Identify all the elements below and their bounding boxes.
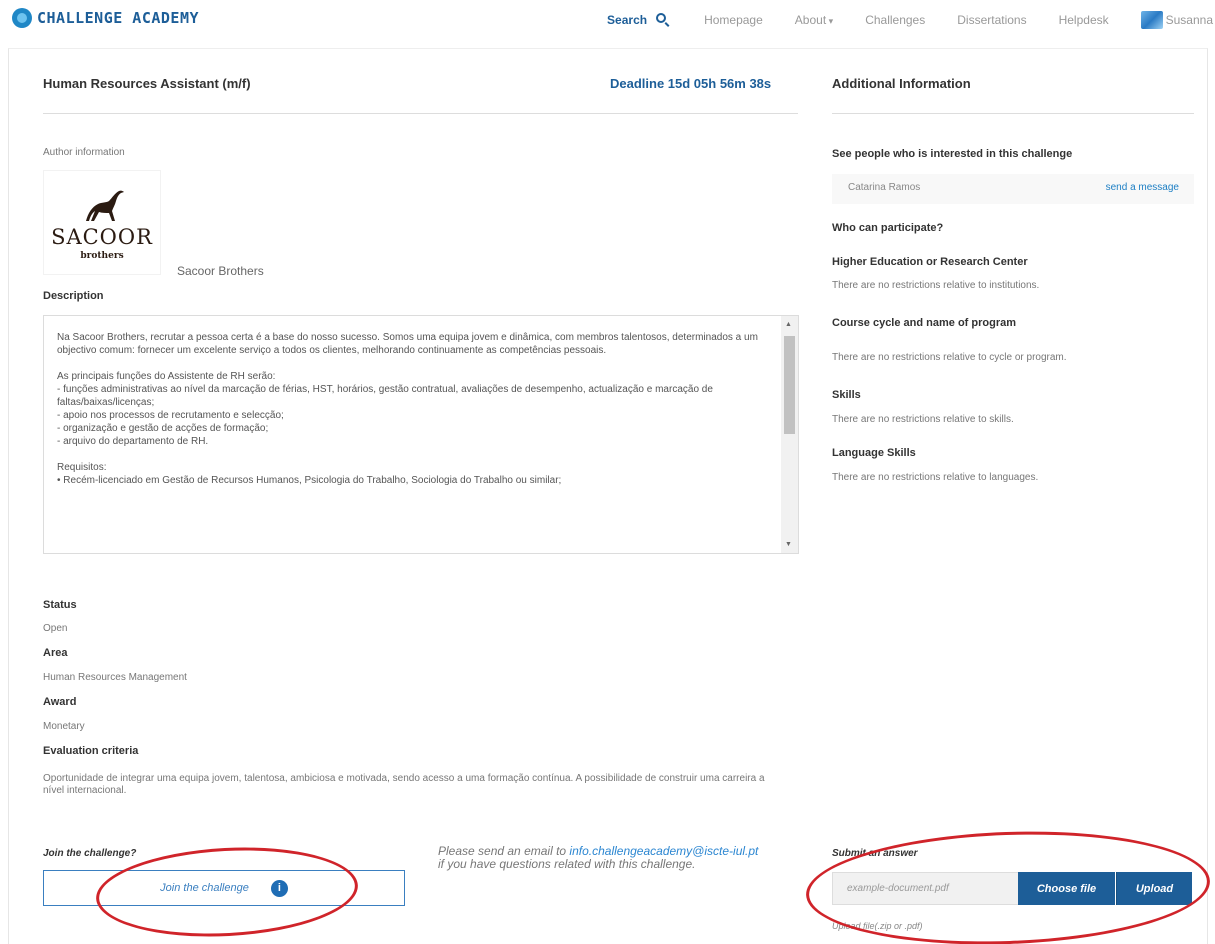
- join-challenge-label: Join the challenge?: [43, 848, 137, 859]
- hei-label: Higher Education or Research Center: [832, 256, 1028, 268]
- user-name: Susanna: [1165, 13, 1213, 27]
- nav-homepage[interactable]: Homepage: [704, 13, 763, 27]
- nav-helpdesk[interactable]: Helpdesk: [1059, 13, 1109, 27]
- skills-text: There are no restrictions relative to sk…: [832, 414, 1014, 425]
- company-logo-subtext: brothers: [80, 251, 124, 261]
- course-label: Course cycle and name of program: [832, 317, 1016, 329]
- upload-button[interactable]: Upload: [1116, 872, 1192, 905]
- area-label: Area: [43, 647, 68, 659]
- email-note: Please send an email to info.challengeac…: [438, 845, 798, 871]
- language-skills-text: There are no restrictions relative to la…: [832, 472, 1039, 483]
- author-info-label: Author information: [43, 147, 125, 158]
- greyhound-icon: [86, 190, 124, 221]
- brand-name: CHALLENGE ACADEMY: [37, 9, 200, 27]
- file-input-placeholder: example-document.pdf: [847, 883, 949, 894]
- divider: [832, 113, 1194, 114]
- award-label: Award: [43, 696, 77, 708]
- upload-hint: Upload file(.zip or .pdf): [832, 921, 923, 931]
- language-skills-label: Language Skills: [832, 447, 916, 459]
- nav-dissertations[interactable]: Dissertations: [957, 13, 1026, 27]
- scrollbar-thumb[interactable]: [784, 336, 795, 434]
- join-challenge-button[interactable]: Join the challenge i: [43, 870, 405, 906]
- scroll-up-icon[interactable]: ▲: [785, 321, 792, 328]
- brand-logo[interactable]: CHALLENGE ACADEMY: [12, 8, 199, 28]
- nav-about-dropdown[interactable]: About: [795, 13, 833, 27]
- interested-person-name[interactable]: Catarina Ramos: [848, 182, 920, 193]
- join-challenge-button-label: Join the challenge: [160, 882, 249, 894]
- area-value: Human Resources Management: [43, 672, 187, 683]
- main-nav: Search Homepage About Challenges Dissert…: [607, 11, 1215, 29]
- description-text: Na Sacoor Brothers, recrutar a pessoa ce…: [57, 332, 758, 486]
- nav-search[interactable]: Search: [607, 13, 667, 27]
- email-link[interactable]: info.challengeacademy@iscte-iul.pt: [569, 844, 758, 858]
- brand-logo-icon: [12, 8, 32, 28]
- email-note-prefix: Please send an email to: [438, 844, 570, 858]
- status-label: Status: [43, 599, 77, 611]
- user-menu[interactable]: Susanna: [1140, 11, 1213, 29]
- interested-person-row: Catarina Ramos send a message: [832, 174, 1194, 204]
- skills-label: Skills: [832, 389, 861, 401]
- hei-text: There are no restrictions relative to in…: [832, 280, 1040, 291]
- scroll-down-icon[interactable]: ▼: [785, 541, 792, 548]
- info-icon[interactable]: i: [270, 879, 288, 897]
- avatar: [1140, 11, 1163, 29]
- choose-file-button[interactable]: Choose file: [1018, 872, 1115, 905]
- description-textarea[interactable]: Na Sacoor Brothers, recrutar a pessoa ce…: [43, 315, 799, 554]
- evaluation-value: Oportunidade de integrar uma equipa jove…: [43, 773, 765, 796]
- description-label: Description: [43, 290, 104, 302]
- who-can-participate-label: Who can participate?: [832, 222, 944, 234]
- evaluation-label: Evaluation criteria: [43, 745, 139, 757]
- submit-answer-label: Submit an answer: [832, 848, 918, 859]
- award-value: Monetary: [43, 721, 85, 732]
- status-value: Open: [43, 623, 68, 634]
- top-navbar: CHALLENGE ACADEMY Search Homepage About …: [0, 0, 1215, 40]
- company-logo-wordmark: SACOOR: [51, 225, 153, 249]
- deadline-countdown: Deadline 15d 05h 56m 38s: [610, 76, 772, 91]
- search-icon: [656, 13, 667, 23]
- divider: [43, 113, 798, 114]
- nav-challenges[interactable]: Challenges: [865, 13, 925, 27]
- additional-info-title: Additional Information: [832, 76, 971, 91]
- course-text: There are no restrictions relative to cy…: [832, 352, 1067, 363]
- challenge-title: Human Resources Assistant (m/f): [43, 76, 251, 91]
- company-logo: SACOOR brothers: [43, 170, 161, 275]
- file-input[interactable]: example-document.pdf: [832, 872, 1019, 905]
- send-message-link[interactable]: send a message: [1106, 182, 1179, 193]
- description-scrollbar[interactable]: ▲ ▼: [781, 316, 798, 553]
- interested-label: See people who is interested in this cha…: [832, 148, 1073, 160]
- nav-search-label: Search: [607, 13, 648, 27]
- company-name: Sacoor Brothers: [177, 264, 264, 278]
- email-note-suffix: if you have questions related with this …: [438, 857, 696, 871]
